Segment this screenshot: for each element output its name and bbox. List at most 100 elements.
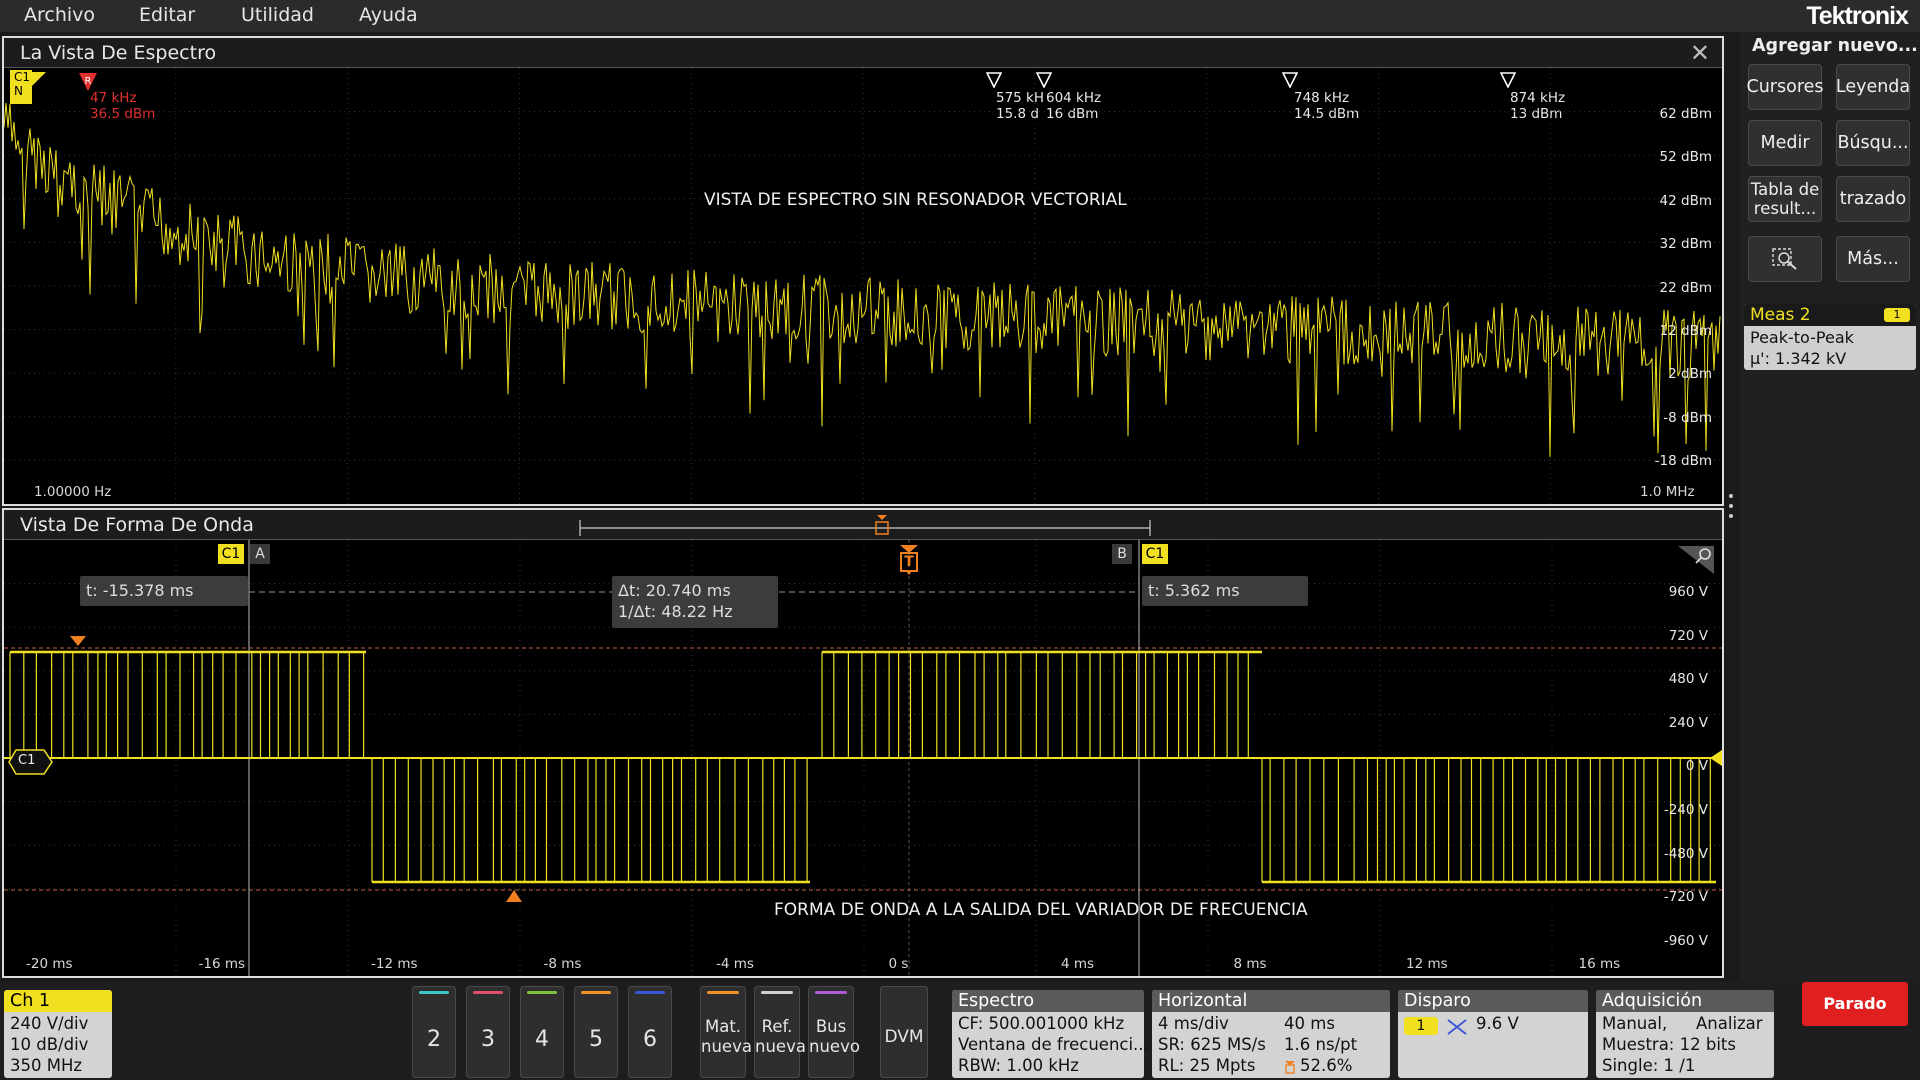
spectrum-view[interactable]: La Vista De Espectro ✕ C1 N R 47 kHz 36.… — [2, 36, 1724, 506]
channel-6-label: 6 — [643, 1027, 657, 1052]
channel-3-label: 3 — [481, 1027, 495, 1052]
more-button[interactable]: Más... — [1836, 236, 1910, 282]
menu-utilidad[interactable]: Utilidad — [241, 4, 314, 26]
dvm-label: DVM — [884, 1027, 924, 1047]
spectrum-cf: CF: 500.001000 kHz — [958, 1014, 1125, 1033]
spectrum-badge-title: Espectro — [952, 990, 1144, 1012]
meas-source-badge: 1 — [1884, 308, 1910, 322]
waveform-x-tick: 4 ms — [1061, 956, 1095, 972]
new-ref-button[interactable]: Ref. nueva — [754, 986, 806, 1078]
add-new-header: Agregar nuevo... — [1752, 36, 1918, 56]
waveform-y-tick: 240 V — [1668, 714, 1708, 731]
trigger-source: 1 — [1404, 1017, 1438, 1035]
waveform-title: Vista De Forma De Onda — [20, 514, 254, 536]
spectrum-title-bar: La Vista De Espectro ✕ — [4, 38, 1722, 68]
spectrum-y-tick: -8 dBm — [1663, 409, 1712, 426]
measurement-badge[interactable]: Meas 2 1 Peak-to-Peak μ': 1.342 kV — [1744, 304, 1916, 370]
zoom-icon[interactable] — [1676, 544, 1716, 576]
channel-2-button[interactable]: 2 — [412, 986, 456, 1078]
trigger-title: Disparo — [1398, 990, 1588, 1012]
waveform-view[interactable]: Vista De Forma De Onda C1 A t: -15.378 m… — [2, 508, 1724, 978]
delta-t: Δt: 20.740 ms — [618, 581, 731, 600]
waveform-y-tick: 0 V — [1685, 758, 1708, 775]
waveform-x-tick: 8 ms — [1233, 956, 1267, 972]
waveform-y-tick: 480 V — [1668, 671, 1708, 688]
plot-button[interactable]: trazado — [1836, 176, 1910, 222]
horizontal-sample-rate: SR: 625 MS/s — [1158, 1035, 1266, 1054]
search-button[interactable]: Búsqu... — [1836, 120, 1910, 166]
horizontal-resolution: 1.6 ns/pt — [1284, 1035, 1358, 1054]
waveform-x-tick: -16 ms — [198, 956, 246, 972]
close-icon[interactable]: ✕ — [1690, 39, 1710, 67]
channel-5-button[interactable]: 5 — [574, 986, 618, 1078]
acquisition-title: Adquisición — [1596, 990, 1774, 1012]
new-ref-label: Ref. nueva — [755, 1017, 806, 1056]
channel-6-button[interactable]: 6 — [628, 986, 672, 1078]
acquisition-single: Single: 1 /1 — [1602, 1056, 1696, 1075]
acquisition-badge[interactable]: Adquisición Manual, Analizar Muestra: 12… — [1596, 990, 1774, 1078]
ch1-vdiv: 240 V/div — [10, 1014, 89, 1033]
brand-logo: Tektronix — [1806, 2, 1909, 30]
channel-5-label: 5 — [589, 1027, 603, 1052]
menu-ayuda[interactable]: Ayuda — [359, 4, 418, 26]
ch1-badge[interactable]: Ch 1 240 V/div 10 dB/div 350 MHz — [4, 990, 112, 1078]
acquisition-analyze: Analizar — [1696, 1014, 1763, 1033]
record-overview[interactable] — [576, 514, 1156, 540]
meas-title: Meas 2 — [1750, 305, 1811, 325]
panel-resize-handle[interactable] — [1729, 494, 1733, 518]
waveform-x-tick: -8 ms — [543, 956, 582, 972]
horizontal-record-length: RL: 25 Mpts — [1158, 1056, 1256, 1075]
horizontal-scale: 4 ms/div — [1158, 1014, 1229, 1033]
waveform-y-tick: 720 V — [1668, 627, 1708, 644]
acquisition-sample: Muestra: 12 bits — [1602, 1035, 1736, 1054]
results-table-button[interactable]: Tabla de result... — [1748, 176, 1822, 222]
waveform-x-tick: 12 ms — [1406, 956, 1448, 972]
horizontal-title: Horizontal — [1152, 990, 1390, 1012]
cursor-b-label[interactable]: B — [1112, 544, 1132, 564]
horizontal-length: 40 ms — [1284, 1014, 1335, 1033]
waveform-x-tick: 16 ms — [1578, 956, 1621, 972]
spectrum-y-tick: 62 dBm — [1659, 106, 1712, 122]
horizontal-position: 52.6% — [1300, 1056, 1353, 1075]
channel-3-button[interactable]: 3 — [466, 986, 510, 1078]
ch1-title: Ch 1 — [4, 990, 112, 1012]
cursor-b-channel-tag[interactable]: C1 — [1142, 544, 1168, 564]
results-sidebar: Agregar nuevo... Cursores Leyenda Medir … — [1740, 32, 1920, 982]
waveform-y-tick: -480 V — [1663, 845, 1708, 862]
spectrum-y-tick: 2 dBm — [1668, 366, 1712, 383]
measure-button[interactable]: Medir — [1748, 120, 1822, 166]
trigger-level: 9.6 V — [1476, 1014, 1519, 1033]
new-math-button[interactable]: Mat. nueva — [700, 986, 752, 1078]
new-math-label: Mat. nueva — [701, 1017, 752, 1056]
settings-bar: Ch 1 240 V/div 10 dB/div 350 MHz 2 3 4 5… — [0, 982, 1920, 1080]
menu-editar[interactable]: Editar — [139, 4, 195, 26]
channel-4-button[interactable]: 4 — [520, 986, 564, 1078]
new-bus-label: Bus nuevo — [809, 1017, 860, 1056]
spectrum-y-tick: 12 dBm — [1659, 323, 1712, 339]
run-stop-button[interactable]: Parado — [1802, 982, 1908, 1026]
cursor-a-label[interactable]: A — [250, 544, 270, 564]
horizontal-badge[interactable]: Horizontal 4 ms/div 40 ms SR: 625 MS/s 1… — [1152, 990, 1390, 1078]
channel-2-label: 2 — [427, 1027, 441, 1052]
legend-button[interactable]: Leyenda — [1836, 64, 1910, 110]
trigger-tag: T — [904, 554, 914, 570]
dvm-button[interactable]: DVM — [880, 986, 928, 1078]
spectrum-y-tick: -18 dBm — [1654, 453, 1712, 470]
spectrum-badge[interactable]: Espectro CF: 500.001000 kHz Ventana de f… — [952, 990, 1149, 1078]
trigger-badge[interactable]: Disparo 1 9.6 V — [1398, 990, 1588, 1078]
waveform-x-tick: -12 ms — [371, 956, 418, 972]
menu-archivo[interactable]: Archivo — [24, 4, 95, 26]
trigger-edge-icon — [1447, 1019, 1467, 1035]
spectrum-trace[interactable] — [4, 68, 1722, 504]
waveform-x-tick: -20 ms — [26, 956, 73, 972]
new-bus-button[interactable]: Bus nuevo — [808, 986, 860, 1078]
spectrum-annotation: VISTA DE ESPECTRO SIN RESONADOR VECTORIA… — [704, 190, 1127, 210]
menu-bar: Archivo Editar Utilidad Ayuda Tektronix — [0, 0, 1920, 32]
spectrum-y-tick: 42 dBm — [1659, 192, 1712, 209]
cursors-button[interactable]: Cursores — [1746, 64, 1824, 110]
ch1-bandwidth: 350 MHz — [10, 1056, 83, 1075]
spectrum-x-start: 1.00000 Hz — [34, 484, 112, 500]
zoom-region-button[interactable] — [1748, 236, 1822, 282]
cursor-a-readout: t: -15.378 ms — [80, 576, 248, 606]
cursor-a-channel-tag[interactable]: C1 — [218, 544, 244, 564]
